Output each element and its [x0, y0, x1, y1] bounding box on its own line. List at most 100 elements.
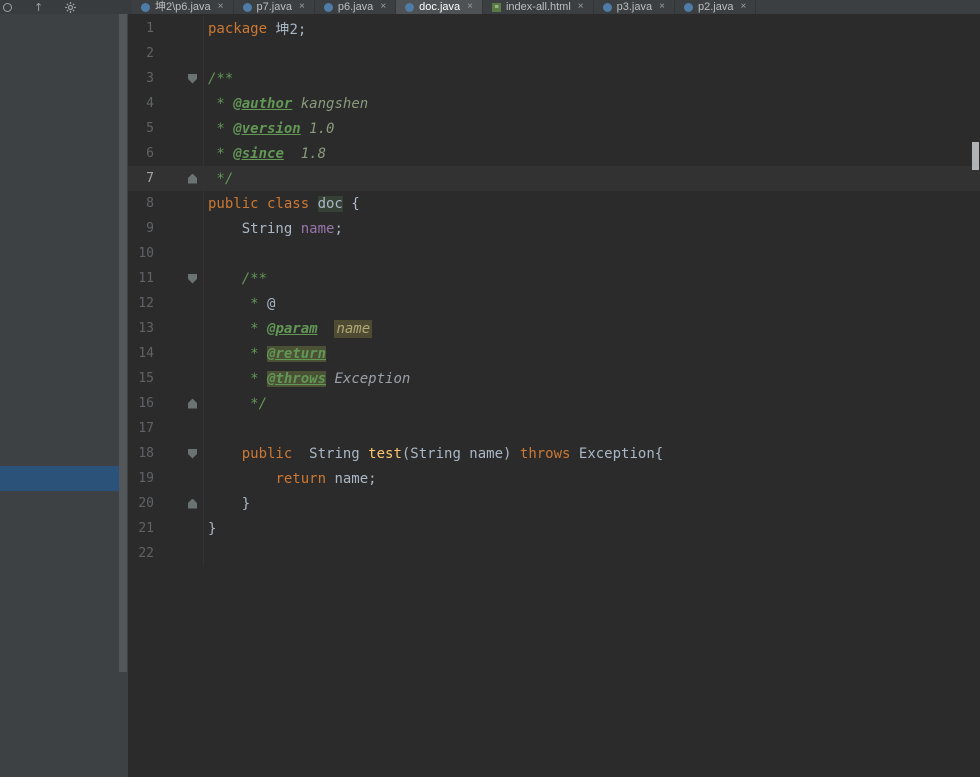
- code-line-22[interactable]: 22: [128, 541, 980, 566]
- line-number[interactable]: 10: [128, 246, 154, 261]
- html-file-icon: [491, 2, 501, 12]
- code-text: public class doc {: [203, 191, 360, 216]
- line-number[interactable]: 14: [128, 346, 154, 361]
- code-line-1[interactable]: 1 package 坤2;: [128, 16, 980, 41]
- code-line-15[interactable]: 15 * @throws Exception: [128, 366, 980, 391]
- code-line-4[interactable]: 4 * @author kangshen: [128, 91, 980, 116]
- gutter-fold-column: [154, 366, 203, 391]
- tab-close-icon[interactable]: ×: [380, 0, 386, 14]
- fold-start-icon[interactable]: [188, 273, 197, 284]
- tab-p7.java[interactable]: p7.java ×: [233, 0, 315, 14]
- code-line-2[interactable]: 2: [128, 41, 980, 66]
- tab-close-icon[interactable]: ×: [467, 0, 473, 14]
- code-line-17[interactable]: 17: [128, 416, 980, 441]
- code-text: * @version 1.0: [203, 116, 334, 141]
- fold-end-icon[interactable]: [188, 398, 197, 409]
- code-text: * @throws Exception: [203, 366, 410, 391]
- code-text: /**: [203, 266, 267, 291]
- code-lines: 1 package 坤2; 2 3/** 4 * @author kangshen 5 *…: [128, 16, 980, 566]
- line-number[interactable]: 6: [128, 146, 154, 161]
- code-text: String name;: [203, 216, 343, 241]
- fold-start-icon[interactable]: [188, 73, 197, 84]
- code-line-9[interactable]: 9 String name;: [128, 216, 980, 241]
- gutter-fold-column: [154, 291, 203, 316]
- line-number[interactable]: 19: [128, 471, 154, 486]
- code-line-18[interactable]: 18 public String test (String name) throw…: [128, 441, 980, 466]
- tab-close-icon[interactable]: ×: [578, 0, 584, 14]
- line-number[interactable]: 18: [128, 446, 154, 461]
- tab-p2.java[interactable]: p2.java ×: [674, 0, 757, 14]
- gutter-fold-column: [154, 41, 203, 66]
- line-number[interactable]: 5: [128, 121, 154, 136]
- code-line-6[interactable]: 6 * @since 1.8: [128, 141, 980, 166]
- fold-end-icon[interactable]: [188, 173, 197, 184]
- gutter-fold-column: [154, 491, 203, 516]
- code-line-7[interactable]: 7 */: [128, 166, 980, 191]
- tab-p6.java[interactable]: p6.java ×: [314, 0, 397, 14]
- tab-close-icon[interactable]: ×: [659, 0, 665, 14]
- record-icon[interactable]: [3, 2, 12, 12]
- gutter-fold-column: [154, 91, 203, 116]
- code-text: [203, 541, 208, 566]
- line-number[interactable]: 16: [128, 396, 154, 411]
- gutter-fold-column: [154, 516, 203, 541]
- code-line-12[interactable]: 12 * @: [128, 291, 980, 316]
- fold-start-icon[interactable]: [188, 448, 197, 459]
- code-editor[interactable]: 1 package 坤2; 2 3/** 4 * @author kangshen 5 *…: [128, 14, 980, 777]
- code-text: * @author kangshen: [203, 91, 368, 116]
- code-line-10[interactable]: 10: [128, 241, 980, 266]
- java-file-icon: [602, 2, 612, 12]
- gutter-fold-column: [154, 341, 203, 366]
- panel-scrollbar[interactable]: [119, 14, 127, 672]
- project-panel[interactable]: [0, 14, 128, 777]
- tab-close-icon[interactable]: ×: [218, 0, 224, 14]
- code-line-14[interactable]: 14 * @return: [128, 341, 980, 366]
- code-text: * @: [203, 291, 275, 316]
- code-text: */: [203, 391, 267, 416]
- line-number[interactable]: 7: [128, 171, 154, 186]
- code-line-16[interactable]: 16 */: [128, 391, 980, 416]
- code-text: * @since 1.8: [203, 141, 326, 166]
- line-number[interactable]: 22: [128, 546, 154, 561]
- code-line-3[interactable]: 3 /**: [128, 66, 980, 91]
- line-number[interactable]: 4: [128, 96, 154, 111]
- line-number[interactable]: 17: [128, 421, 154, 436]
- line-number[interactable]: 13: [128, 321, 154, 336]
- editor-tab-bar: ↑ 坤2\p6.java×p7.java×p6.java×doc.java×in…: [0, 0, 980, 14]
- gutter-fold-column: [154, 216, 203, 241]
- tab-close-icon[interactable]: ×: [299, 0, 305, 14]
- line-number[interactable]: 8: [128, 196, 154, 211]
- ide-window: ↑ 坤2\p6.java×p7.java×p6.java×doc.java×in…: [0, 0, 980, 777]
- scrollbar-marker[interactable]: [972, 142, 979, 170]
- code-text: * @return: [203, 341, 327, 366]
- line-number[interactable]: 9: [128, 221, 154, 236]
- line-number[interactable]: 1: [128, 21, 154, 36]
- code-line-5[interactable]: 5 * @version 1.0: [128, 116, 980, 141]
- code-line-21[interactable]: 21}: [128, 516, 980, 541]
- line-number[interactable]: 2: [128, 46, 154, 61]
- code-line-20[interactable]: 20 }: [128, 491, 980, 516]
- code-line-19[interactable]: 19 return name;: [128, 466, 980, 491]
- tab-close-icon[interactable]: ×: [740, 0, 746, 14]
- java-file-icon: [242, 2, 252, 12]
- tab-坤2\p6.java[interactable]: 坤2\p6.java ×: [132, 0, 234, 14]
- code-text: return name;: [203, 466, 377, 491]
- up-arrow-icon[interactable]: ↑: [34, 2, 43, 13]
- tab-p3.java[interactable]: p3.java ×: [593, 0, 675, 14]
- code-text: */: [203, 166, 233, 191]
- line-number[interactable]: 3: [128, 71, 154, 86]
- code-line-11[interactable]: 11 /**: [128, 266, 980, 291]
- project-selected-row[interactable]: [0, 466, 119, 491]
- tab-doc.java[interactable]: doc.java ×: [396, 0, 483, 14]
- line-number[interactable]: 11: [128, 271, 154, 286]
- code-line-8[interactable]: 8 public class doc {: [128, 191, 980, 216]
- line-number[interactable]: 21: [128, 521, 154, 536]
- tab-index-all.html[interactable]: index-all.html ×: [482, 0, 594, 14]
- line-number[interactable]: 15: [128, 371, 154, 386]
- fold-end-icon[interactable]: [188, 498, 197, 509]
- line-number[interactable]: 20: [128, 496, 154, 511]
- code-line-13[interactable]: 13 * @param name: [128, 316, 980, 341]
- gear-icon[interactable]: [65, 1, 77, 13]
- line-number[interactable]: 12: [128, 296, 154, 311]
- gutter-fold-column: [154, 66, 203, 91]
